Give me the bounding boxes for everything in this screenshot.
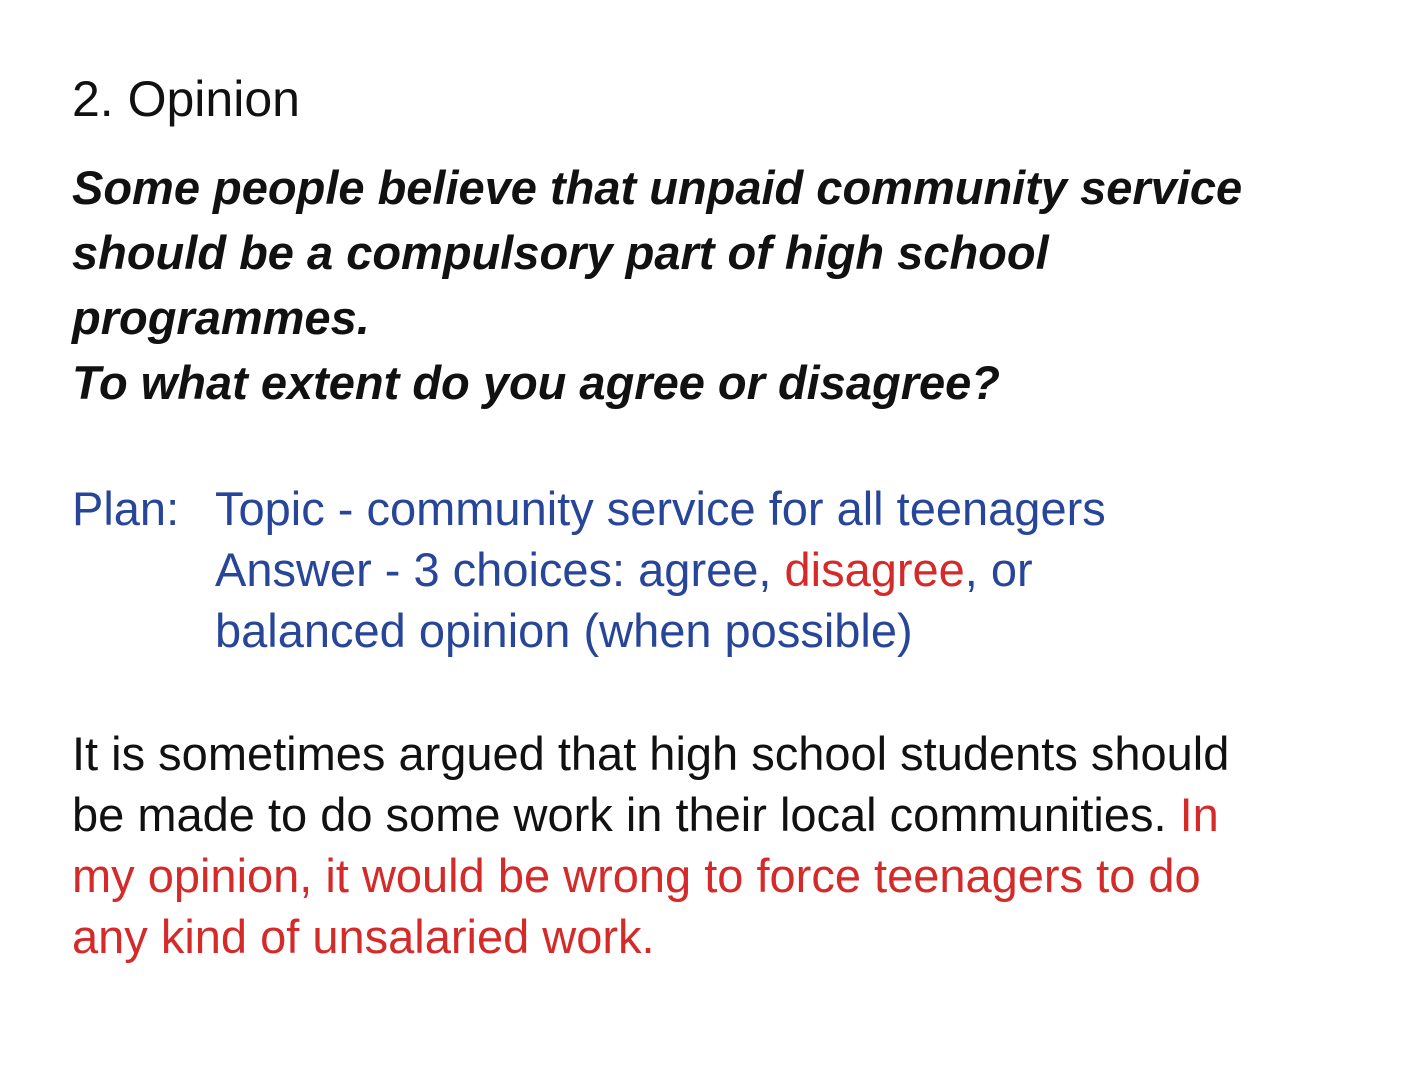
plan-answer-suffix: , or: [964, 543, 1033, 596]
plan-topic: Topic - community service for all teenag…: [215, 482, 1106, 535]
question-line: Some people believe that unpaid communit…: [72, 161, 1243, 214]
question-line: To what extent do you agree or disagree?: [72, 356, 1000, 409]
question-line: should be a compulsory part of high scho…: [72, 226, 1049, 279]
section-heading: 2. Opinion: [72, 71, 300, 127]
essay-introduction: It is sometimes argued that high school …: [72, 723, 1392, 967]
essay-question: Some people believe that unpaid communit…: [72, 155, 1372, 415]
plan-label: Plan:: [72, 482, 180, 535]
plan-answer-highlight: disagree: [784, 543, 965, 596]
plan-body: Topic - community service for all teenag…: [215, 478, 1315, 661]
thesis-line: my opinion, it would be wrong to force t…: [72, 849, 1201, 902]
essay-line2-text: be made to do some work in their local c…: [72, 788, 1167, 841]
thesis-line: any kind of unsalaried work.: [72, 910, 655, 963]
plan-answer-line2: balanced opinion (when possible): [215, 604, 913, 657]
question-line: programmes.: [72, 291, 370, 344]
plan-answer: Answer - 3 choices: agree, disagree, or: [215, 539, 1315, 600]
thesis-start: In: [1179, 788, 1219, 841]
plan-answer-prefix: Answer - 3 choices: agree,: [215, 543, 785, 596]
essay-line: be made to do some work in their local c…: [72, 784, 1392, 845]
slide: 2. Opinion Some people believe that unpa…: [0, 0, 1428, 1080]
essay-line: It is sometimes argued that high school …: [72, 727, 1230, 780]
